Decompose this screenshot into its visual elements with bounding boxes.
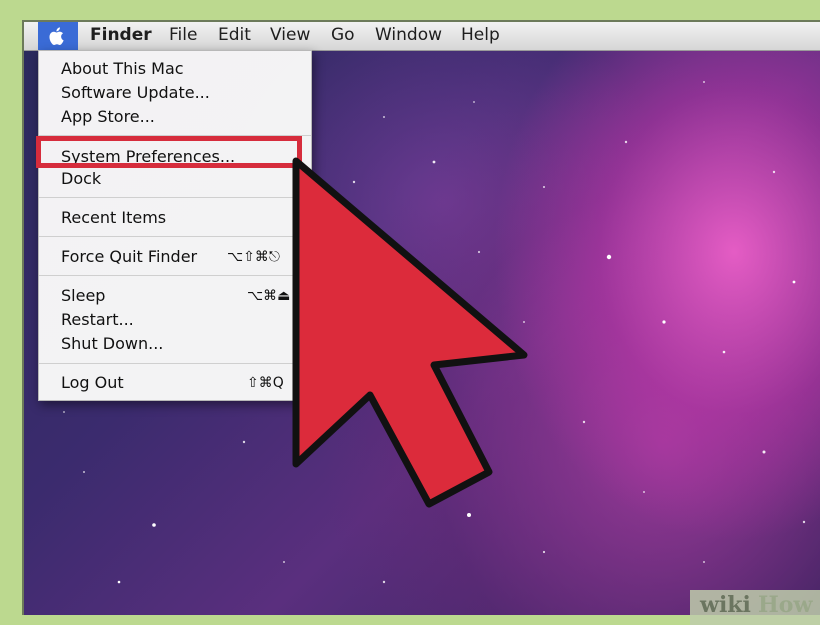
arrow-pointer-icon xyxy=(292,157,528,508)
wikihow-watermark: wiki How xyxy=(690,590,820,625)
watermark-how-text: How xyxy=(758,592,813,618)
desktop: Finder File Edit View Go Window Help Abo… xyxy=(22,20,820,615)
watermark-wiki-text: wiki xyxy=(700,592,751,618)
image-frame: Finder File Edit View Go Window Help Abo… xyxy=(0,0,820,625)
